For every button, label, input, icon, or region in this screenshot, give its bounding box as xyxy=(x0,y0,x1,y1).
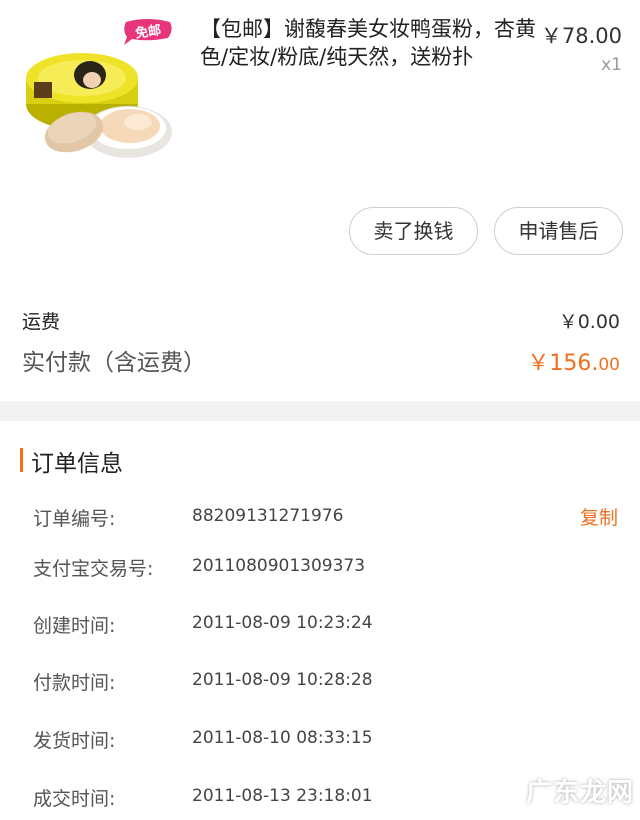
paid-amount-value: ￥156.00 xyxy=(527,345,620,377)
paid-amount-cents: 00 xyxy=(598,355,620,375)
copy-order-number-button[interactable]: 复制 xyxy=(580,503,618,530)
product-quantity: x1 xyxy=(601,55,622,75)
paid-time-label: 付款时间: xyxy=(33,672,116,694)
alipay-trade-no-label: 支付宝交易号: xyxy=(33,558,154,580)
site-watermark: 广东龙网 xyxy=(525,778,634,808)
shipping-label: 运费 xyxy=(22,311,61,333)
paid-amount-label: 实付款（含运费） xyxy=(22,350,206,376)
product-price: ￥78.00 xyxy=(540,24,622,48)
shipped-time-value: 2011-08-10 08:33:15 xyxy=(192,728,373,748)
product-title[interactable]: 【包邮】谢馥春美女妆鸭蛋粉，杏黄色/定妆/粉底/纯天然，送粉扑 xyxy=(200,15,545,71)
paid-time-value: 2011-08-09 10:28:28 xyxy=(192,670,373,690)
section-divider xyxy=(0,401,640,421)
order-number-value: 88209131271976 xyxy=(192,506,344,526)
completed-time-label: 成交时间: xyxy=(33,788,116,810)
order-number-label: 订单编号: xyxy=(33,508,116,530)
alipay-trade-no-value: 2011080901309373 xyxy=(192,556,366,576)
after-sale-button[interactable]: 申请售后 xyxy=(494,207,623,255)
section-accent-bar xyxy=(20,448,23,472)
shipped-time-label: 发货时间: xyxy=(33,730,116,752)
sell-for-cash-button[interactable]: 卖了换钱 xyxy=(349,207,478,255)
free-shipping-badge: 免邮 xyxy=(122,18,174,46)
created-time-label: 创建时间: xyxy=(33,615,116,637)
completed-time-value: 2011-08-13 23:18:01 xyxy=(192,786,373,806)
created-time-value: 2011-08-09 10:23:24 xyxy=(192,613,373,633)
paid-amount-main: ￥156. xyxy=(527,351,599,376)
shipping-value: ￥0.00 xyxy=(558,311,620,333)
order-info-title: 订单信息 xyxy=(31,451,123,477)
